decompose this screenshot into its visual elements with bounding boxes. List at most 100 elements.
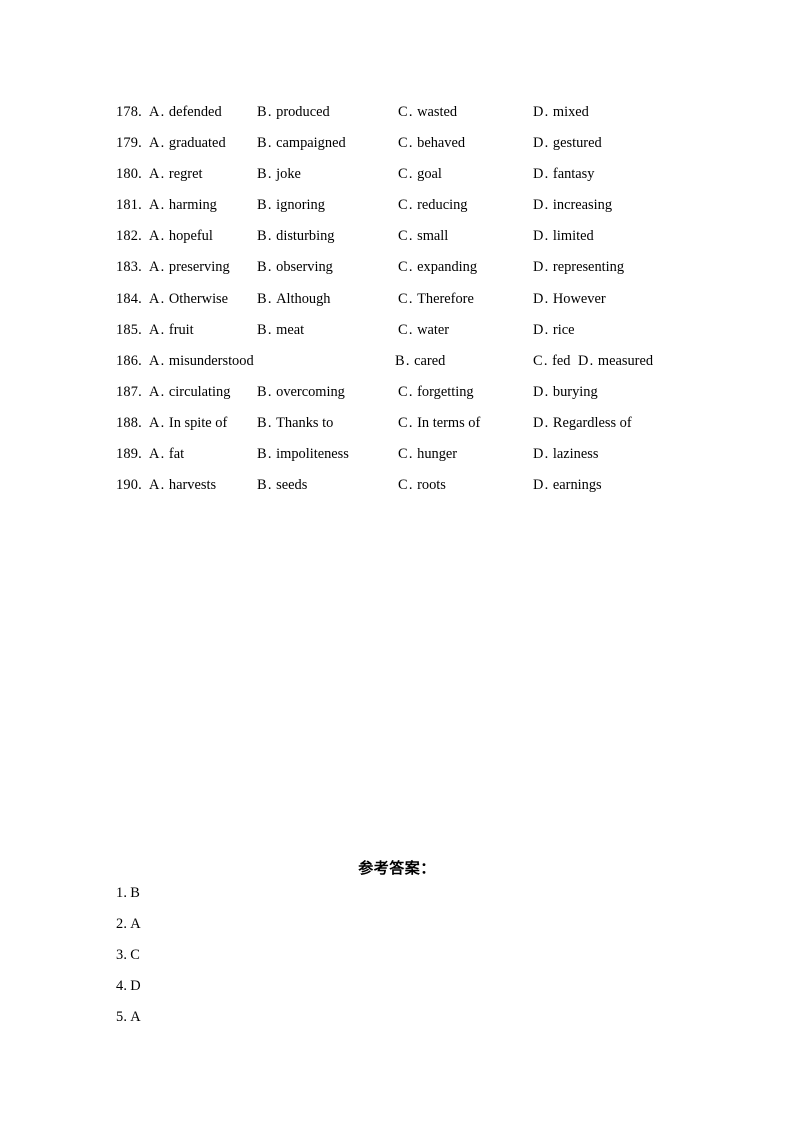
option-marker: C. [398,228,415,244]
option-c[interactable]: C. wasted [398,101,457,123]
option-c[interactable]: C. behaved [398,132,465,154]
option-marker: A. [149,353,167,369]
question-number: 181. [116,197,142,214]
option-letter: C [398,228,408,245]
option-d[interactable]: D. gestured [533,132,602,154]
option-separator: . [160,135,165,152]
option-c[interactable]: C. goal [398,163,442,185]
option-d[interactable]: D. Regardless of [533,412,632,434]
option-marker: D. [533,322,551,338]
question-number: 189. [116,446,142,463]
option-b[interactable]: B. Thanks to [257,412,333,434]
option-b[interactable]: B. joke [257,163,301,185]
option-a[interactable]: A. misunderstood [149,350,254,372]
option-b[interactable]: B. seeds [257,474,307,496]
option-c[interactable]: C. roots [398,474,446,496]
option-letter: D [533,228,544,245]
option-c[interactable]: C. fed [533,350,571,372]
option-letter: A [149,104,160,120]
option-d[interactable]: D. However [533,288,606,310]
option-marker: A. [149,477,167,493]
option-c[interactable]: C. hunger [398,443,457,465]
option-a[interactable]: A. harvests [149,474,216,496]
option-text: harming [168,197,217,214]
option-marker: A. [149,384,167,400]
option-d[interactable]: D. mixed [533,101,589,123]
question-number: 184. [116,290,142,307]
option-d[interactable]: D. burying [533,381,598,403]
option-c[interactable]: C. expanding [398,256,477,278]
option-separator: . [160,290,165,307]
option-a[interactable]: A. hopeful [149,225,213,247]
option-text: increasing [552,197,613,214]
option-text: Regardless of [552,414,632,431]
option-c[interactable]: C. water [398,319,449,341]
option-text: preserving [168,259,230,276]
option-d[interactable]: D. rice [533,319,574,341]
option-marker: B. [257,384,274,400]
option-marker: C. [398,415,415,431]
question-number: 190. [116,477,142,494]
option-c[interactable]: C. In terms of [398,412,480,434]
option-c[interactable]: C. forgetting [398,381,474,403]
option-a[interactable]: A. preserving [149,256,230,278]
option-d[interactable]: D. fantasy [533,163,594,185]
answer-letter: D [130,978,141,995]
option-b[interactable]: B. ignoring [257,194,325,216]
question-row: 182. A. hopeful B. disturbing C. small D. limite… [116,225,736,256]
option-text: measured [597,352,654,369]
option-letter: C [398,166,408,183]
option-text: However [552,290,606,307]
option-a[interactable]: A. fruit [149,319,194,341]
option-separator: . [544,228,549,245]
option-c[interactable]: C. small [398,225,448,247]
option-a[interactable]: A. circulating [149,381,230,403]
option-b[interactable]: B. disturbing [257,225,335,247]
option-letter: B [257,446,267,463]
option-text: burying [552,383,598,400]
option-text: gestured [552,135,602,152]
option-a[interactable]: A. harming [149,194,217,216]
option-d[interactable]: D. measured [578,350,653,372]
option-a[interactable]: A. fat [149,443,184,465]
option-c[interactable]: C. Therefore [398,288,474,310]
option-marker: D. [533,415,551,431]
option-c[interactable]: C. reducing [398,194,467,216]
option-b[interactable]: B. overcoming [257,381,345,403]
option-text: misunderstood [168,352,254,369]
option-letter: A [149,135,160,152]
option-d[interactable]: D. limited [533,225,594,247]
option-b[interactable]: B. produced [257,101,330,123]
option-d[interactable]: D. earnings [533,474,602,496]
option-marker: D. [533,135,551,151]
option-d[interactable]: D. increasing [533,194,612,216]
option-b[interactable]: B. Although [257,288,331,310]
option-d[interactable]: D. laziness [533,443,598,465]
option-b[interactable]: B. observing [257,256,333,278]
option-letter: D [533,321,544,338]
option-a[interactable]: A. Otherwise [149,288,228,310]
option-letter: A [149,414,160,431]
option-separator: . [589,352,594,369]
option-marker: B. [257,291,274,307]
option-text: In spite of [168,414,228,431]
option-text: cared [414,352,446,369]
option-a[interactable]: A. graduated [149,132,226,154]
option-b[interactable]: B. campaigned [257,132,346,154]
option-b[interactable]: B. impoliteness [257,443,349,465]
option-letter: D [533,446,544,463]
option-separator: . [160,166,165,183]
option-b[interactable]: B. cared [395,350,445,372]
option-b[interactable]: B. meat [257,319,304,341]
option-a[interactable]: A. In spite of [149,412,227,434]
option-a[interactable]: A. defended [149,101,222,123]
option-a[interactable]: A. regret [149,163,202,185]
option-letter: C [398,477,408,494]
answer-number: 2. [116,916,128,933]
option-text: limited [552,228,594,245]
option-letter: D [533,477,544,494]
option-separator: . [160,352,165,369]
option-d[interactable]: D. representing [533,256,624,278]
option-marker: B. [257,322,274,338]
option-text: In terms of [417,414,481,431]
